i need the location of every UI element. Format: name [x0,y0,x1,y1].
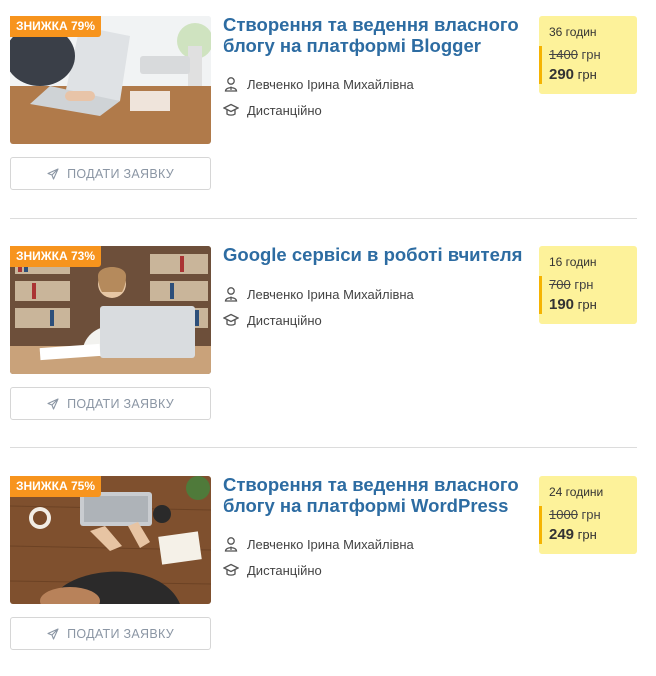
apply-button-label: ПОДАТИ ЗАЯВКУ [67,166,174,181]
divider [10,218,637,219]
course-format: Дистанційно [247,562,322,578]
divider [10,447,637,448]
price-box: 24 години 1000 грн 249 грн [539,476,637,554]
new-price: 249 грн [549,526,597,543]
graduation-cap-icon [223,313,239,326]
format-row: Дистанційно [223,312,322,328]
graduation-cap-icon [223,103,239,116]
apply-button[interactable]: ПОДАТИ ЗАЯВКУ [10,617,211,650]
format-row: Дистанційно [223,102,322,118]
course-hours: 36 годин [549,25,597,39]
author-name: Левченко Ірина Михайлівна [247,286,414,302]
discount-badge: ЗНИЖКА 75% [10,476,101,497]
price-accent-bar [539,46,542,84]
author-row: Левченко Ірина Михайлівна [223,536,414,552]
course-title[interactable]: Створення та ведення власного блогу на п… [223,474,528,516]
new-price: 190 грн [549,296,597,313]
author-row: Левченко Ірина Михайлівна [223,286,414,302]
price-accent-bar [539,276,542,314]
old-price: 1400 грн [549,47,601,62]
discount-badge: ЗНИЖКА 73% [10,246,101,267]
course-hours: 24 години [549,485,604,499]
apply-button-label: ПОДАТИ ЗАЯВКУ [67,626,174,641]
new-price: 290 грн [549,66,597,83]
apply-button[interactable]: ПОДАТИ ЗАЯВКУ [10,157,211,190]
old-price: 700 грн [549,277,594,292]
teacher-icon [224,537,238,552]
apply-button[interactable]: ПОДАТИ ЗАЯВКУ [10,387,211,420]
author-row: Левченко Ірина Михайлівна [223,76,414,92]
format-row: Дистанційно [223,562,322,578]
discount-badge: ЗНИЖКА 79% [10,16,101,37]
old-price: 1000 грн [549,507,601,522]
price-box: 36 годин 1400 грн 290 грн [539,16,637,94]
price-box: 16 годин 700 грн 190 грн [539,246,637,324]
course-format: Дистанційно [247,102,322,118]
send-icon [47,167,59,180]
course-format: Дистанційно [247,312,322,328]
price-accent-bar [539,506,542,544]
apply-button-label: ПОДАТИ ЗАЯВКУ [67,396,174,411]
author-name: Левченко Ірина Михайлівна [247,76,414,92]
teacher-icon [224,77,238,92]
author-name: Левченко Ірина Михайлівна [247,536,414,552]
send-icon [47,397,59,410]
course-hours: 16 годин [549,255,597,269]
send-icon [47,627,59,640]
graduation-cap-icon [223,563,239,576]
course-title[interactable]: Google сервіси в роботі вчителя [223,244,528,265]
course-title[interactable]: Створення та ведення власного блогу на п… [223,14,528,56]
teacher-icon [224,287,238,302]
